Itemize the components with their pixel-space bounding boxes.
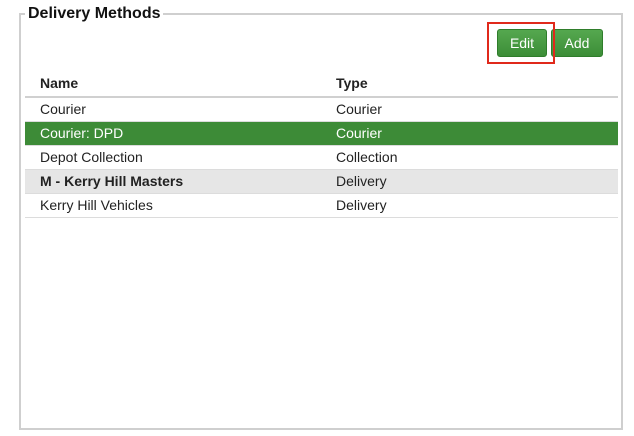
- row-name-cell: M - Kerry Hill Masters: [40, 173, 184, 189]
- table-row-selected[interactable]: Courier: DPD Courier: [25, 122, 618, 146]
- row-name-cell: Depot Collection: [40, 149, 143, 165]
- row-name-cell: Courier: DPD: [40, 125, 124, 141]
- table-row-group[interactable]: M - Kerry Hill Masters Delivery: [25, 170, 618, 194]
- column-header-type[interactable]: Type: [336, 71, 368, 95]
- add-button[interactable]: Add: [551, 29, 603, 57]
- row-type-cell: Courier: [336, 101, 382, 117]
- delivery-methods-table: Name Type Courier Courier Courier: DPD C…: [25, 71, 618, 218]
- edit-button[interactable]: Edit: [497, 29, 547, 57]
- column-header-name[interactable]: Name: [40, 71, 78, 95]
- panel-title: Delivery Methods: [25, 4, 164, 24]
- row-name-cell: Courier: [40, 101, 86, 117]
- row-type-cell: Courier: [336, 125, 382, 141]
- table-header: Name Type: [25, 71, 618, 98]
- table-row[interactable]: Depot Collection Collection: [25, 146, 618, 170]
- table-row[interactable]: Courier Courier: [25, 98, 618, 122]
- row-name-cell: Kerry Hill Vehicles: [40, 197, 153, 213]
- table-row[interactable]: Kerry Hill Vehicles Delivery: [25, 194, 618, 218]
- row-type-cell: Delivery: [336, 173, 387, 189]
- row-type-cell: Delivery: [336, 197, 387, 213]
- row-type-cell: Collection: [336, 149, 398, 165]
